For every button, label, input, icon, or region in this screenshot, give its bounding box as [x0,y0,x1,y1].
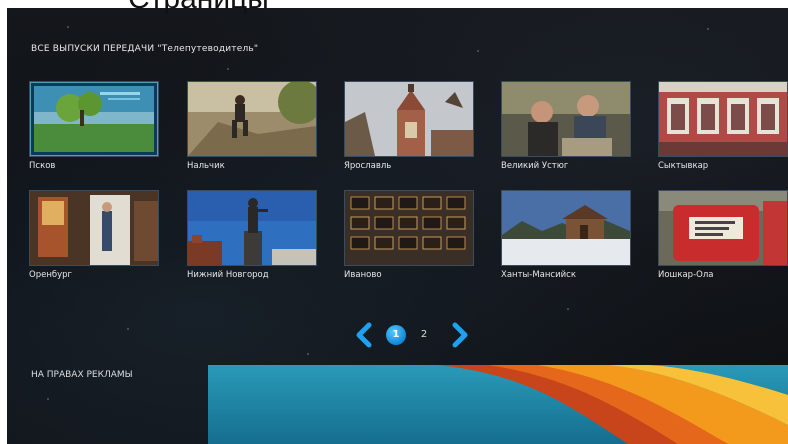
chevron-left-icon[interactable] [353,321,375,349]
current-page-button[interactable]: 1 [386,325,406,345]
episode-tile[interactable]: Оренбург [29,190,159,280]
syktyvkar-building-facade-image[interactable] [658,81,788,157]
episode-tile[interactable]: Йошкар-Ола [658,190,788,280]
thumbnail-graphic [30,82,158,156]
thumbnail-graphic [188,191,316,265]
pagination: 1 2 [353,321,473,349]
episode-tile[interactable]: Псков [29,81,159,171]
episode-tile[interactable]: Нальчик [187,81,317,171]
ad-banner-graphic [208,365,788,444]
orenburg-doorway-image[interactable] [29,190,159,266]
episode-title[interactable]: Великий Устюг [501,161,631,171]
thumbnail-graphic [345,82,473,156]
episode-title[interactable]: Ярославль [344,161,474,171]
episode-tile[interactable]: Нижний Новгород [187,190,317,280]
veliky-ustyug-two-men-image[interactable] [501,81,631,157]
section-title: ВСЕ ВЫПУСКИ ПЕРЕДАЧИ "Телепутеводитель" [31,44,259,54]
episode-title[interactable]: Йошкар-Ола [658,270,788,280]
episode-tile[interactable]: Сыктывкар [658,81,788,171]
thumbnail-graphic [188,82,316,156]
thumbnail-graphic [659,191,787,265]
episode-title[interactable]: Оренбург [29,270,159,280]
episode-title[interactable]: Нижний Новгород [187,270,317,280]
ad-label: НА ПРАВАХ РЕКЛАМЫ [31,370,133,380]
ad-banner[interactable] [208,365,788,444]
chevron-right-icon[interactable] [449,321,471,349]
page-caption: Страницы [128,0,269,16]
episode-title[interactable]: Нальчик [187,161,317,171]
episode-tile[interactable]: Великий Устюг [501,81,631,171]
nizhny-novgorod-monument-image[interactable] [187,190,317,266]
episode-title[interactable]: Псков [29,161,159,171]
episode-tile[interactable]: Иваново [344,190,474,280]
episode-title[interactable]: Сыктывкар [658,161,788,171]
page-2-link[interactable]: 2 [417,325,431,345]
episode-tile[interactable]: Ярославль [344,81,474,171]
tv-guide-screen: ВСЕ ВЫПУСКИ ПЕРЕДАЧИ "Телепутеводитель" … [7,8,788,444]
khanty-mansiysk-wooden-house-image[interactable] [501,190,631,266]
episode-title[interactable]: Иваново [344,270,474,280]
thumbnail-graphic [502,82,630,156]
thumbnail-graphic [502,191,630,265]
yaroslavl-church-tower-image[interactable] [344,81,474,157]
thumbnail-graphic [345,191,473,265]
episode-tile[interactable]: Ханты-Мансийск [501,190,631,280]
nalchik-man-on-rocks-image[interactable] [187,81,317,157]
ivanovo-lacquer-boxes-image[interactable] [344,190,474,266]
thumbnail-graphic [659,82,787,156]
pskov-landscape-image[interactable] [29,81,159,157]
episode-title[interactable]: Ханты-Мансийск [501,270,631,280]
yoshkar-ola-red-mailbox-image[interactable] [658,190,788,266]
thumbnail-graphic [30,191,158,265]
